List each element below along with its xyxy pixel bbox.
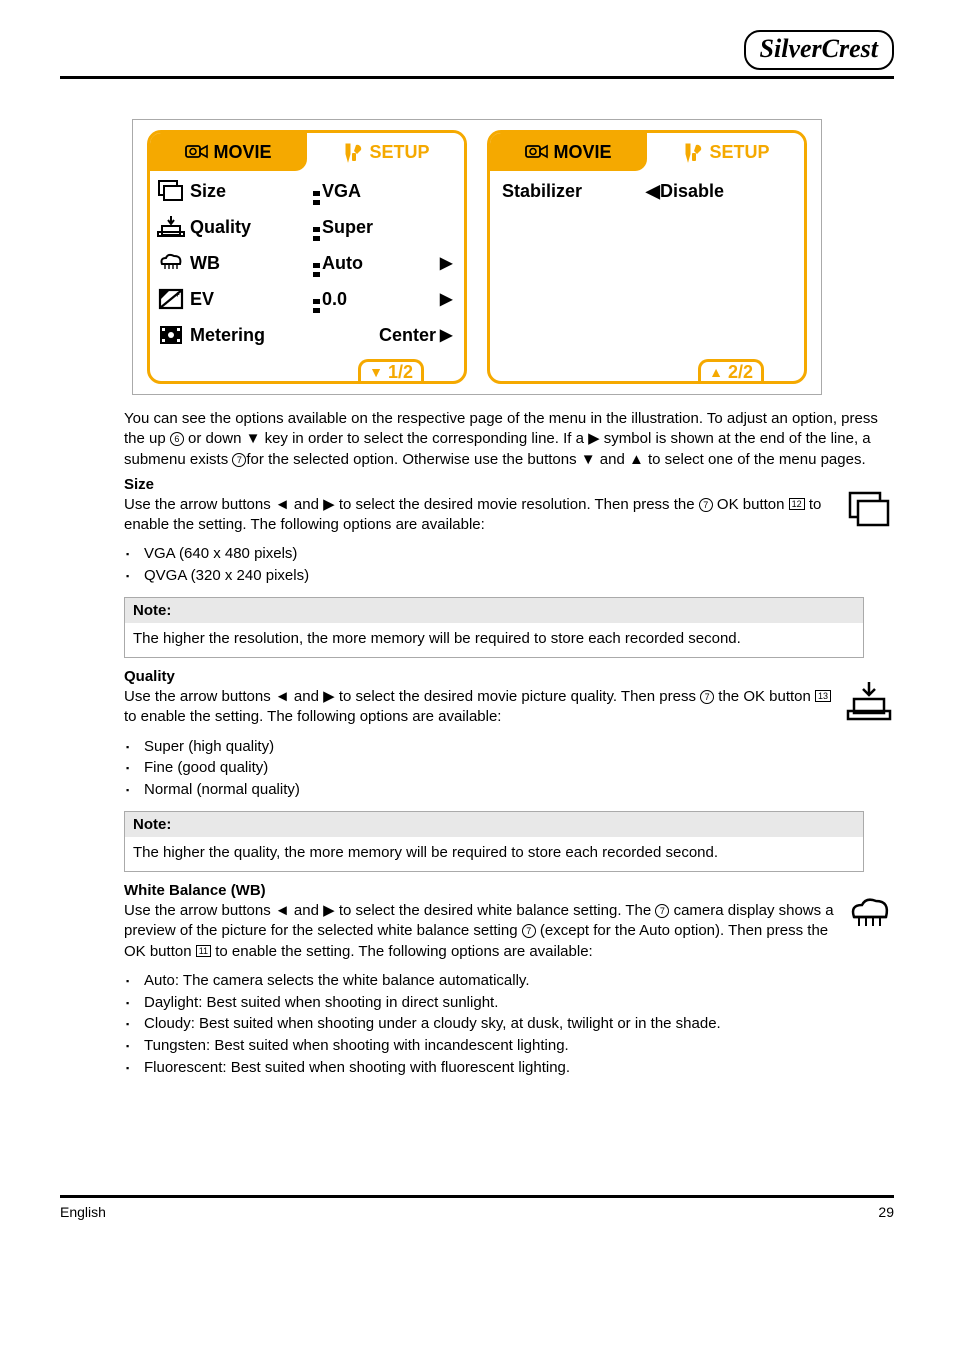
menu-value: Disable [660,181,798,202]
menu-value: 0.0 [322,289,440,310]
arrow-right-icon: ▶ [440,325,458,345]
menu-row-wb[interactable]: WB Auto ▶ [156,245,458,281]
tab-movie[interactable]: MOVIE [150,133,307,171]
menu-row-quality[interactable]: Quality Super [156,209,458,245]
list-item: VGA (640 x 480 pixels) [144,543,894,565]
list-item: Daylight: Best suited when shooting in d… [144,992,894,1014]
movie-camera-icon [525,141,549,163]
list-item: Cloudy: Best suited when shooting under … [144,1013,894,1035]
pager-2of2: ▲ 2/2 [698,359,764,383]
metering-icon [156,322,190,348]
menu-label: WB [190,253,310,274]
tab-movie-label: MOVIE [213,142,271,163]
quality-options-list: Super (high quality) Fine (good quality)… [64,736,894,801]
ref-13: 13 [815,690,831,702]
menu-label: Size [190,181,310,202]
menu-label: EV [190,289,310,310]
tab-movie-label: MOVIE [553,142,611,163]
ref-7: 7 [700,690,714,704]
note-size: Note: The higher the resolution, the mor… [124,597,864,658]
ref-7: 7 [232,453,246,467]
ref-7: 7 [699,498,713,512]
note-body: The higher the quality, the more memory … [125,837,863,871]
ref-7: 7 [655,904,669,918]
tools-icon [681,141,705,163]
ref-7: 7 [522,924,536,938]
menu-row-stabilizer[interactable]: Stabilizer ◀ Disable [496,173,798,209]
menu-row-ev[interactable]: -+ EV 0.0 ▶ [156,281,458,317]
note-quality: Note: The higher the quality, the more m… [124,811,864,872]
triangle-down-icon: ▼ [369,364,383,380]
menu-screenshots-panel: MOVIE SETUP Size VGA [132,119,822,395]
list-item: Tungsten: Best suited when shooting with… [144,1035,894,1057]
quality-paragraph: Use the arrow buttons ◄ and ▶ to select … [64,687,894,728]
triangle-up-icon: ▲ [709,364,723,380]
quality-icon [156,214,190,240]
footer-language: English [60,1204,106,1220]
heading-size: Size [124,476,894,493]
menu-row-metering[interactable]: Metering Center ▶ [156,317,458,353]
menu-value: VGA [322,181,440,202]
header-rule [60,76,894,79]
size-icon [156,178,190,204]
menu-value: Super [322,217,440,238]
list-item: Fine (good quality) [144,757,894,779]
menu-row-size[interactable]: Size VGA [156,173,458,209]
wb-icon [156,250,190,276]
brand-logo: SilverCrest [744,30,894,70]
movie-camera-icon [185,141,209,163]
tab-setup[interactable]: SETUP [307,133,464,171]
note-heading: Note: [125,812,863,837]
list-item: Fluorescent: Best suited when shooting w… [144,1057,894,1079]
screen-movie-page2: MOVIE SETUP Stabilizer ◀ Disable ▲ 2/2 [487,130,807,384]
ev-icon: -+ [156,286,190,312]
list-item: Super (high quality) [144,736,894,758]
list-item: Normal (normal quality) [144,779,894,801]
note-heading: Note: [125,598,863,623]
svg-text:-: - [164,299,167,308]
tab-setup-label: SETUP [709,142,769,163]
arrow-left-icon: ◀ [646,181,660,202]
size-paragraph: Use the arrow buttons ◄ and ▶ to select … [64,495,894,536]
intro-paragraph: You can see the options available on the… [64,409,894,470]
tab-setup[interactable]: SETUP [647,133,804,171]
tab-movie[interactable]: MOVIE [490,133,647,171]
heading-quality: Quality [124,668,894,685]
size-icon [844,487,894,533]
ref-12: 12 [789,498,805,510]
menu-label: Quality [190,217,310,238]
ref-11: 11 [196,945,211,957]
ref-6: 6 [170,432,184,446]
arrow-right-icon: ▶ [440,253,458,273]
menu-label: Metering [190,325,310,346]
pager-1of2: ▼ 1/2 [358,359,424,383]
list-item: Auto: The camera selects the white balan… [144,970,894,992]
heading-wb: White Balance (WB) [124,882,894,899]
menu-label: Stabilizer [496,181,646,202]
menu-value: Auto [322,253,440,274]
wb-options-list: Auto: The camera selects the white balan… [64,970,894,1079]
screen-movie-page1: MOVIE SETUP Size VGA [147,130,467,384]
wb-icon [844,893,894,939]
note-body: The higher the resolution, the more memo… [125,623,863,657]
footer-page-number: 29 [878,1204,894,1220]
list-item: QVGA (320 x 240 pixels) [144,565,894,587]
wb-paragraph: Use the arrow buttons ◄ and ▶ to select … [64,901,894,962]
arrow-right-icon: ▶ [440,289,458,309]
tools-icon [341,141,365,163]
menu-value: Center [322,325,440,346]
tab-setup-label: SETUP [369,142,429,163]
size-options-list: VGA (640 x 480 pixels) QVGA (320 x 240 p… [64,543,894,587]
quality-icon [844,679,894,725]
svg-text:+: + [175,290,180,299]
